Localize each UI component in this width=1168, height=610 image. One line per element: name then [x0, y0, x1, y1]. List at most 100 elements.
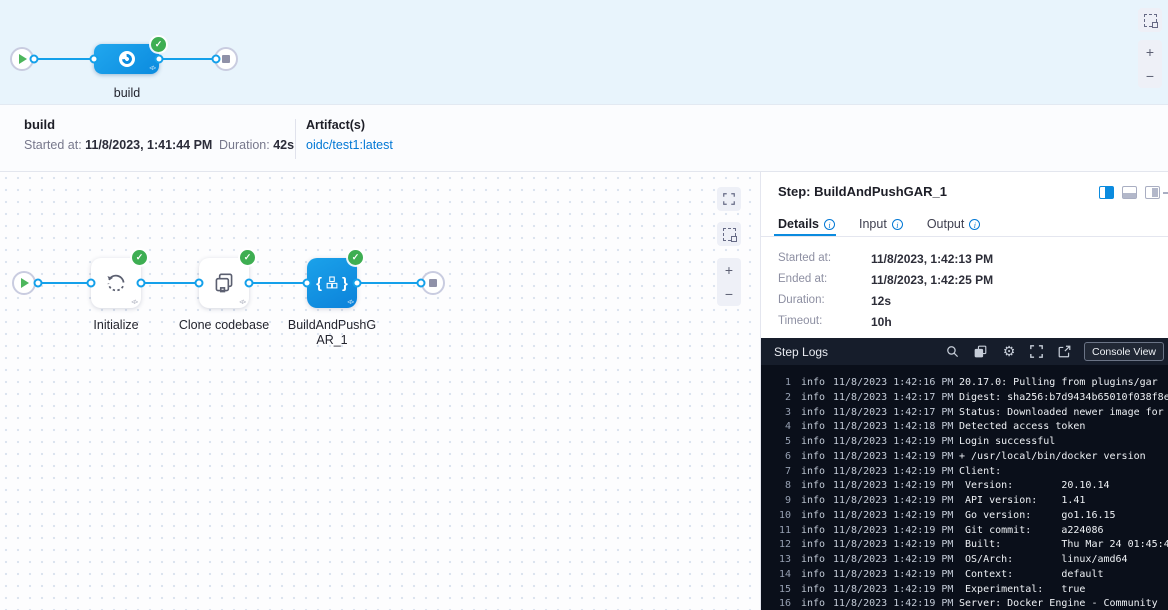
layout-bottom-icon[interactable] [1122, 186, 1137, 199]
stop-icon [222, 55, 230, 63]
stage-canvas-select-button[interactable] [1138, 8, 1162, 32]
step-label-initialize: Initialize [66, 318, 166, 333]
port [34, 279, 43, 288]
stage-info-bar: build Started at: 11/8/2023, 1:41:44 PM … [0, 105, 1168, 172]
layout-split-right-icon[interactable] [1099, 186, 1114, 199]
step-logs-header: Step Logs ⚙ [761, 338, 1168, 365]
log-level: info [801, 376, 827, 391]
log-message: Digest: sha256:b7d9434b65010f038f8ec9c41… [959, 391, 1168, 406]
detail-row: Timeout:10h [778, 315, 993, 329]
log-line-number: 4 [761, 420, 791, 435]
info-icon[interactable]: i [892, 219, 903, 230]
step-logs-title: Step Logs [774, 345, 932, 359]
log-level: info [801, 465, 827, 480]
step-graph-canvas[interactable]: </> ✓ Initialize </> ✓ Clone codebase { … [0, 172, 760, 610]
play-icon [19, 54, 27, 64]
log-message: Login successful [959, 435, 1168, 450]
log-message: Go version: go1.16.15 [959, 509, 1168, 524]
log-line: 2 info 11/8/2023 1:42:17 PMDigest: sha256:… [761, 391, 1168, 406]
code-glyph-icon: </> [131, 300, 137, 306]
copy-icon[interactable] [974, 345, 988, 359]
detail-label: Duration: [778, 294, 871, 308]
tab-input[interactable]: Inputi [859, 217, 903, 231]
canvas-select-button[interactable] [717, 222, 741, 246]
settings-gear-icon[interactable]: ⚙ [1002, 345, 1016, 359]
success-badge: ✓ [132, 250, 147, 265]
step-start-node [12, 271, 36, 295]
zoom-out-button[interactable]: − [717, 282, 741, 306]
step-node-buildandpushgar[interactable]: { } </> [307, 258, 357, 308]
log-line: 15info11/8/2023 1:42:19 PM Experimental:… [761, 583, 1168, 598]
log-message: Git commit: a224086 [959, 524, 1168, 539]
detail-row: Started at:11/8/2023, 1:42:13 PM [778, 252, 993, 266]
success-badge: ✓ [240, 250, 255, 265]
log-line: 10info11/8/2023 1:42:19 PM Go version: g… [761, 509, 1168, 524]
canvas-zoom-controls: + − [717, 258, 741, 306]
detail-row: Duration:12s [778, 294, 993, 308]
duration-value: 42s [273, 138, 294, 152]
tab-output[interactable]: Outputi [927, 217, 981, 231]
tab-details[interactable]: Details i [778, 217, 835, 231]
log-line-number: 11 [761, 524, 791, 539]
log-message: Detected access token [959, 420, 1168, 435]
log-timestamp: 11/8/2023 1:42:19 PM [833, 509, 957, 524]
detail-label: Ended at: [778, 273, 871, 287]
log-line-number: 12 [761, 538, 791, 553]
port [30, 55, 39, 64]
info-icon[interactable]: i [824, 219, 835, 230]
minimize-panel-button[interactable] [1163, 192, 1168, 194]
marquee-select-icon [723, 228, 736, 241]
log-level: info [801, 524, 827, 539]
artifact-link[interactable]: oidc/test1:latest [306, 138, 393, 152]
log-line: 6info11/8/2023 1:42:19 PM+ /usr/local/bi… [761, 450, 1168, 465]
log-level: info [801, 509, 827, 524]
step-logs-body[interactable]: 1info11/8/2023 1:42:16 PM20.17.0: Pullin… [761, 365, 1168, 610]
log-line-number: 6 [761, 450, 791, 465]
log-level: info [801, 391, 827, 406]
log-line-number: 5 [761, 435, 791, 450]
port [417, 279, 426, 288]
port [212, 55, 221, 64]
divider [761, 236, 1168, 237]
cubes-icon [323, 274, 341, 292]
stage-graph-panel: </> ✓ build + − [0, 0, 1168, 105]
log-level: info [801, 568, 827, 583]
stop-icon [429, 279, 437, 287]
log-timestamp: 11/8/2023 1:42:19 PM [833, 553, 957, 568]
step-node-initialize[interactable]: </> [91, 258, 141, 308]
zoom-in-button[interactable]: + [1138, 40, 1162, 64]
divider [295, 119, 296, 159]
artifacts-label: Artifact(s) [306, 118, 365, 132]
started-at-value: 11/8/2023, 1:41:44 PM [85, 138, 212, 152]
log-line-number: 2 [761, 391, 791, 406]
log-message: 20.17.0: Pulling from plugins/gar [959, 376, 1168, 391]
layout-right-icon[interactable] [1145, 186, 1160, 199]
zoom-out-button[interactable]: − [1138, 64, 1162, 88]
stage-node-build[interactable]: </> [94, 44, 159, 74]
port [303, 279, 312, 288]
step-node-clone-codebase[interactable]: </> [199, 258, 249, 308]
log-timestamp: 11/8/2023 1:42:17 PM [833, 391, 957, 406]
log-line: 3info11/8/2023 1:42:17 PMStatus: Downloa… [761, 406, 1168, 421]
log-line: 13info11/8/2023 1:42:19 PM OS/Arch: linu… [761, 553, 1168, 568]
tab-label: Details [778, 217, 819, 231]
open-external-icon[interactable] [1058, 345, 1072, 359]
info-icon[interactable]: i [969, 219, 980, 230]
log-level: info [801, 597, 827, 610]
log-message: Status: Downloaded newer image for plugi… [959, 406, 1168, 421]
console-view-button[interactable]: Console View [1084, 342, 1164, 361]
log-message: Built: Thu Mar 24 01:45:44 2022 [959, 538, 1168, 553]
step-label-buildandpushgar: BuildAndPushGAR_1 [285, 318, 379, 348]
search-icon[interactable] [946, 345, 960, 359]
canvas-fullscreen-button[interactable] [717, 187, 741, 211]
log-timestamp: 11/8/2023 1:42:19 PM [833, 450, 957, 465]
fullscreen-icon[interactable] [1030, 345, 1044, 359]
log-line-number: 8 [761, 479, 791, 494]
detail-label: Started at: [778, 252, 871, 266]
stage-zoom-controls: + − [1138, 40, 1162, 88]
zoom-in-button[interactable]: + [717, 258, 741, 282]
log-line: 14info11/8/2023 1:42:19 PM Context: defa… [761, 568, 1168, 583]
log-level: info [801, 450, 827, 465]
port [245, 279, 254, 288]
log-level: info [801, 406, 827, 421]
